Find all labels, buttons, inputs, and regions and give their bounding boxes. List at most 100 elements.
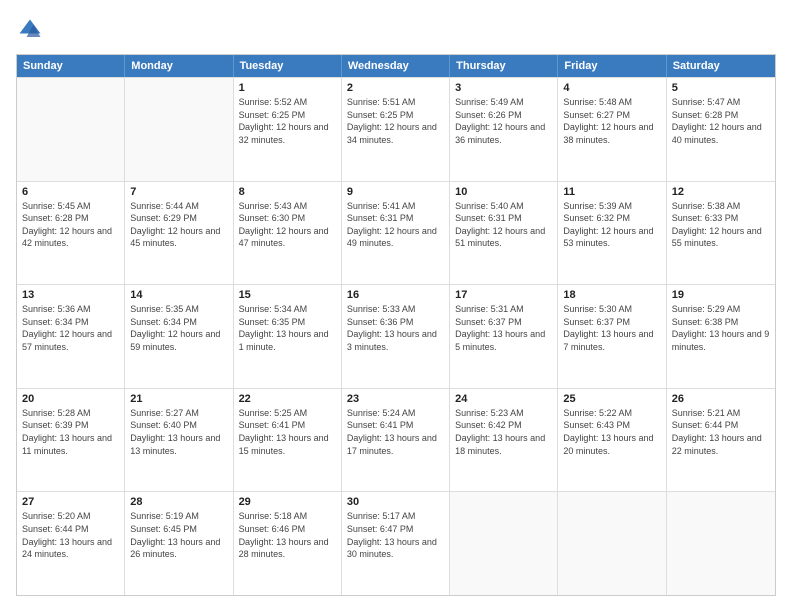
day-info: Sunrise: 5:51 AM Sunset: 6:25 PM Dayligh… xyxy=(347,96,444,146)
day-number: 30 xyxy=(347,496,444,508)
calendar-week-5: 27Sunrise: 5:20 AM Sunset: 6:44 PM Dayli… xyxy=(17,491,775,595)
calendar-day-23: 23 Sunrise: 5:24 AM Sunset: 6:41 PM Dayli… xyxy=(342,389,450,492)
calendar-day-30: 30 Sunrise: 5:17 AM Sunset: 6:47 PM Dayli… xyxy=(342,492,450,595)
calendar-day-empty-0-0 xyxy=(17,78,125,181)
calendar-day-13: 13 Sunrise: 5:36 AM Sunset: 6:34 PM Dayli… xyxy=(17,285,125,388)
calendar-day-22: 22 Sunrise: 5:25 AM Sunset: 6:41 PM Dayli… xyxy=(234,389,342,492)
calendar-day-27: 27Sunrise: 5:20 AM Sunset: 6:44 PM Dayli… xyxy=(17,492,125,595)
day-number: 28 xyxy=(130,496,227,508)
calendar-day-11: 11Sunrise: 5:39 AM Sunset: 6:32 PM Dayli… xyxy=(558,182,666,285)
day-info: Sunrise: 5:24 AM Sunset: 6:41 PM Dayligh… xyxy=(347,407,444,457)
calendar-day-4: 4 Sunrise: 5:48 AM Sunset: 6:27 PM Daylig… xyxy=(558,78,666,181)
header-day-thursday: Thursday xyxy=(450,55,558,77)
calendar-day-9: 9 Sunrise: 5:41 AM Sunset: 6:31 PM Daylig… xyxy=(342,182,450,285)
day-number: 15 xyxy=(239,289,336,301)
day-number: 26 xyxy=(672,393,770,405)
day-info: Sunrise: 5:40 AM Sunset: 6:31 PM Dayligh… xyxy=(455,200,552,250)
calendar-day-12: 12Sunrise: 5:38 AM Sunset: 6:33 PM Dayli… xyxy=(667,182,775,285)
calendar-header: SundayMondayTuesdayWednesdayThursdayFrid… xyxy=(17,55,775,77)
day-number: 1 xyxy=(239,82,336,94)
day-number: 27 xyxy=(22,496,119,508)
day-info: Sunrise: 5:23 AM Sunset: 6:42 PM Dayligh… xyxy=(455,407,552,457)
logo xyxy=(16,16,48,44)
calendar-day-10: 10 Sunrise: 5:40 AM Sunset: 6:31 PM Dayli… xyxy=(450,182,558,285)
page: SundayMondayTuesdayWednesdayThursdayFrid… xyxy=(0,0,792,612)
header-day-friday: Friday xyxy=(558,55,666,77)
calendar-day-19: 19 Sunrise: 5:29 AM Sunset: 6:38 PM Dayli… xyxy=(667,285,775,388)
day-number: 18 xyxy=(563,289,660,301)
day-number: 17 xyxy=(455,289,552,301)
day-info: Sunrise: 5:19 AM Sunset: 6:45 PM Dayligh… xyxy=(130,510,227,560)
day-info: Sunrise: 5:35 AM Sunset: 6:34 PM Dayligh… xyxy=(130,303,227,353)
day-number: 20 xyxy=(22,393,119,405)
header-day-wednesday: Wednesday xyxy=(342,55,450,77)
day-number: 12 xyxy=(672,186,770,198)
day-number: 19 xyxy=(672,289,770,301)
calendar-day-28: 28 Sunrise: 5:19 AM Sunset: 6:45 PM Dayli… xyxy=(125,492,233,595)
day-info: Sunrise: 5:36 AM Sunset: 6:34 PM Dayligh… xyxy=(22,303,119,353)
calendar-day-25: 25Sunrise: 5:22 AM Sunset: 6:43 PM Dayli… xyxy=(558,389,666,492)
header-day-monday: Monday xyxy=(125,55,233,77)
calendar-day-8: 8 Sunrise: 5:43 AM Sunset: 6:30 PM Daylig… xyxy=(234,182,342,285)
day-info: Sunrise: 5:25 AM Sunset: 6:41 PM Dayligh… xyxy=(239,407,336,457)
day-info: Sunrise: 5:30 AM Sunset: 6:37 PM Dayligh… xyxy=(563,303,660,353)
day-info: Sunrise: 5:21 AM Sunset: 6:44 PM Dayligh… xyxy=(672,407,770,457)
day-number: 4 xyxy=(563,82,660,94)
calendar-day-15: 15 Sunrise: 5:34 AM Sunset: 6:35 PM Dayli… xyxy=(234,285,342,388)
day-info: Sunrise: 5:41 AM Sunset: 6:31 PM Dayligh… xyxy=(347,200,444,250)
day-number: 24 xyxy=(455,393,552,405)
day-info: Sunrise: 5:18 AM Sunset: 6:46 PM Dayligh… xyxy=(239,510,336,560)
calendar-day-empty-4-5 xyxy=(558,492,666,595)
header-day-sunday: Sunday xyxy=(17,55,125,77)
calendar-day-1: 1 Sunrise: 5:52 AM Sunset: 6:25 PM Daylig… xyxy=(234,78,342,181)
day-info: Sunrise: 5:47 AM Sunset: 6:28 PM Dayligh… xyxy=(672,96,770,146)
day-number: 16 xyxy=(347,289,444,301)
day-number: 11 xyxy=(563,186,660,198)
day-number: 2 xyxy=(347,82,444,94)
calendar-week-3: 13 Sunrise: 5:36 AM Sunset: 6:34 PM Dayli… xyxy=(17,284,775,388)
calendar-week-2: 6 Sunrise: 5:45 AM Sunset: 6:28 PM Daylig… xyxy=(17,181,775,285)
day-info: Sunrise: 5:28 AM Sunset: 6:39 PM Dayligh… xyxy=(22,407,119,457)
day-info: Sunrise: 5:27 AM Sunset: 6:40 PM Dayligh… xyxy=(130,407,227,457)
calendar-day-empty-0-1 xyxy=(125,78,233,181)
day-number: 10 xyxy=(455,186,552,198)
day-info: Sunrise: 5:29 AM Sunset: 6:38 PM Dayligh… xyxy=(672,303,770,353)
day-number: 29 xyxy=(239,496,336,508)
day-info: Sunrise: 5:17 AM Sunset: 6:47 PM Dayligh… xyxy=(347,510,444,560)
calendar-day-21: 21Sunrise: 5:27 AM Sunset: 6:40 PM Dayli… xyxy=(125,389,233,492)
calendar-day-2: 2 Sunrise: 5:51 AM Sunset: 6:25 PM Daylig… xyxy=(342,78,450,181)
day-info: Sunrise: 5:34 AM Sunset: 6:35 PM Dayligh… xyxy=(239,303,336,353)
day-number: 9 xyxy=(347,186,444,198)
calendar-day-16: 16Sunrise: 5:33 AM Sunset: 6:36 PM Dayli… xyxy=(342,285,450,388)
calendar-week-4: 20 Sunrise: 5:28 AM Sunset: 6:39 PM Dayli… xyxy=(17,388,775,492)
day-number: 14 xyxy=(130,289,227,301)
calendar-day-20: 20 Sunrise: 5:28 AM Sunset: 6:39 PM Dayli… xyxy=(17,389,125,492)
calendar-body: 1 Sunrise: 5:52 AM Sunset: 6:25 PM Daylig… xyxy=(17,77,775,595)
day-number: 8 xyxy=(239,186,336,198)
calendar-day-26: 26 Sunrise: 5:21 AM Sunset: 6:44 PM Dayli… xyxy=(667,389,775,492)
day-info: Sunrise: 5:48 AM Sunset: 6:27 PM Dayligh… xyxy=(563,96,660,146)
calendar-day-29: 29 Sunrise: 5:18 AM Sunset: 6:46 PM Dayli… xyxy=(234,492,342,595)
day-number: 22 xyxy=(239,393,336,405)
calendar-day-5: 5 Sunrise: 5:47 AM Sunset: 6:28 PM Daylig… xyxy=(667,78,775,181)
calendar-day-18: 18 Sunrise: 5:30 AM Sunset: 6:37 PM Dayli… xyxy=(558,285,666,388)
day-number: 13 xyxy=(22,289,119,301)
calendar-day-14: 14 Sunrise: 5:35 AM Sunset: 6:34 PM Dayli… xyxy=(125,285,233,388)
day-number: 6 xyxy=(22,186,119,198)
day-info: Sunrise: 5:43 AM Sunset: 6:30 PM Dayligh… xyxy=(239,200,336,250)
day-number: 3 xyxy=(455,82,552,94)
calendar-week-1: 1 Sunrise: 5:52 AM Sunset: 6:25 PM Daylig… xyxy=(17,77,775,181)
calendar-day-7: 7Sunrise: 5:44 AM Sunset: 6:29 PM Daylig… xyxy=(125,182,233,285)
header-day-tuesday: Tuesday xyxy=(234,55,342,77)
day-info: Sunrise: 5:49 AM Sunset: 6:26 PM Dayligh… xyxy=(455,96,552,146)
day-info: Sunrise: 5:52 AM Sunset: 6:25 PM Dayligh… xyxy=(239,96,336,146)
day-number: 7 xyxy=(130,186,227,198)
day-number: 5 xyxy=(672,82,770,94)
day-info: Sunrise: 5:45 AM Sunset: 6:28 PM Dayligh… xyxy=(22,200,119,250)
day-number: 23 xyxy=(347,393,444,405)
day-info: Sunrise: 5:31 AM Sunset: 6:37 PM Dayligh… xyxy=(455,303,552,353)
calendar-day-3: 3 Sunrise: 5:49 AM Sunset: 6:26 PM Daylig… xyxy=(450,78,558,181)
calendar-day-empty-4-6 xyxy=(667,492,775,595)
calendar-day-17: 17 Sunrise: 5:31 AM Sunset: 6:37 PM Dayli… xyxy=(450,285,558,388)
day-info: Sunrise: 5:22 AM Sunset: 6:43 PM Dayligh… xyxy=(563,407,660,457)
